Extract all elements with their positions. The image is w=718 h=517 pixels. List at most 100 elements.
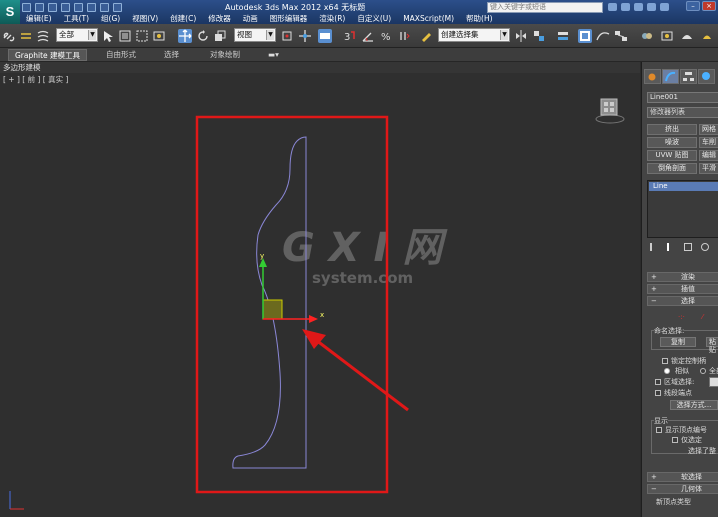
tab-selection[interactable]: 选择 — [158, 49, 185, 61]
modify-tab-icon[interactable] — [662, 69, 679, 84]
menu-rendering[interactable]: 渲染(R) — [313, 13, 351, 24]
menu-maxscript[interactable]: MAXScript(M) — [397, 13, 460, 24]
new-file-icon[interactable] — [22, 3, 31, 12]
lathe-button[interactable]: 车削 — [699, 137, 718, 148]
pin-stack-icon[interactable] — [650, 243, 658, 251]
search-icon[interactable] — [608, 3, 617, 11]
subscription-icon[interactable] — [621, 3, 630, 11]
edit-named-selection-icon[interactable] — [420, 29, 434, 43]
motion-tab-icon[interactable] — [698, 69, 715, 84]
communication-icon[interactable] — [634, 3, 643, 11]
redo-icon[interactable] — [74, 3, 83, 12]
named-selection-dropdown[interactable]: 创建选择集 ▼ — [438, 28, 510, 42]
modifier-stack[interactable]: Line — [647, 180, 718, 238]
show-end-result-icon[interactable] — [667, 243, 675, 251]
bind-space-warp-icon[interactable] — [36, 29, 50, 43]
subobject-vertex-icon[interactable]: ·:· — [678, 313, 685, 321]
rollout-selection[interactable]: − 选择 — [647, 296, 718, 306]
project-folder-icon[interactable] — [113, 3, 122, 12]
rollout-geometry[interactable]: − 几何体 — [647, 484, 718, 494]
noise-button[interactable]: 噪波 — [647, 137, 697, 148]
minimize-button[interactable]: – — [686, 1, 700, 11]
selection-filter-dropdown[interactable]: 全部 ▼ — [56, 28, 98, 42]
menu-create[interactable]: 创建(C) — [164, 13, 202, 24]
menu-customize[interactable]: 自定义(U) — [351, 13, 397, 24]
rollout-soft-selection[interactable]: + 软选择 — [647, 472, 718, 482]
curve-editor-icon[interactable] — [596, 29, 610, 43]
polygon-modeling-label[interactable]: 多边形建模 — [3, 62, 41, 73]
viewcube[interactable] — [593, 93, 627, 127]
smooth-button[interactable]: 平滑 — [699, 163, 718, 174]
menu-views[interactable]: 视图(V) — [126, 13, 164, 24]
hierarchy-tab-icon[interactable] — [680, 69, 697, 84]
modifier-list-dropdown[interactable]: 修改器列表 — [647, 107, 718, 118]
mesh-select-button[interactable]: 网格 — [699, 124, 718, 135]
pivot-center-icon[interactable] — [280, 29, 294, 43]
area-selection-spinner[interactable] — [709, 377, 718, 387]
hold-icon[interactable] — [87, 3, 96, 12]
rectangular-selection-icon[interactable] — [135, 29, 149, 43]
bevel-profile-button[interactable]: 倒角剖面 — [647, 163, 697, 174]
tab-graphite-modeling[interactable]: Graphite 建模工具 — [8, 49, 88, 61]
all-radio[interactable] — [700, 368, 706, 374]
menu-help[interactable]: 帮助(H) — [460, 13, 499, 24]
remove-modifier-icon[interactable] — [701, 243, 709, 251]
extrude-button[interactable]: 挤出 — [647, 124, 697, 135]
app-logo-button[interactable]: S — [0, 0, 20, 24]
help-icon[interactable] — [660, 3, 669, 11]
render-setup-icon[interactable] — [660, 29, 674, 43]
create-tab-icon[interactable] — [644, 69, 661, 84]
angle-snap-icon[interactable] — [361, 29, 375, 43]
reference-coordinate-dropdown[interactable]: 视图 ▼ — [234, 28, 276, 42]
paste-button[interactable]: 粘贴 — [706, 337, 718, 354]
snaps-toggle-icon[interactable]: 3 — [343, 29, 357, 43]
copy-button[interactable]: 复制 — [660, 337, 696, 347]
similar-radio[interactable] — [664, 368, 670, 374]
show-vertex-numbers-checkbox[interactable] — [656, 427, 662, 433]
undo-icon[interactable] — [61, 3, 70, 12]
link-icon[interactable] — [2, 29, 16, 43]
close-button[interactable]: × — [702, 1, 716, 11]
window-crossing-icon[interactable] — [152, 29, 166, 43]
select-by-name-icon[interactable] — [118, 29, 132, 43]
rendered-frame-window-icon[interactable] — [680, 29, 694, 43]
percent-snap-icon[interactable]: % — [379, 29, 393, 43]
subobject-segment-icon[interactable]: ⁄ — [702, 313, 703, 321]
select-by-button[interactable]: 选择方式... — [670, 400, 718, 410]
lock-handles-checkbox[interactable] — [662, 358, 668, 364]
tab-freeform[interactable]: 自由形式 — [100, 49, 142, 61]
segment-end-checkbox[interactable] — [655, 390, 661, 396]
menu-modifiers[interactable]: 修改器 — [202, 13, 237, 24]
front-viewport[interactable]: [ + ] [ 前 ] [ 真实 ] G X I 网 system.com y … — [0, 73, 640, 517]
select-object-icon[interactable] — [101, 29, 115, 43]
align-icon[interactable] — [532, 29, 546, 43]
select-and-rotate-icon[interactable] — [196, 29, 210, 43]
open-file-icon[interactable] — [35, 3, 44, 12]
unlink-icon[interactable] — [19, 29, 33, 43]
material-editor-icon[interactable] — [640, 29, 654, 43]
edit-button[interactable]: 编辑 — [699, 150, 718, 161]
area-selection-checkbox[interactable] — [655, 379, 661, 385]
make-unique-icon[interactable] — [684, 243, 692, 251]
spinner-snap-icon[interactable] — [397, 29, 411, 43]
menu-animation[interactable]: 动画 — [237, 13, 264, 24]
select-and-move-icon[interactable] — [178, 29, 192, 43]
graphite-toggle-icon[interactable] — [578, 29, 592, 43]
select-and-scale-icon[interactable] — [213, 29, 227, 43]
save-icon[interactable] — [48, 3, 57, 12]
render-production-icon[interactable] — [700, 29, 714, 43]
object-name-field[interactable]: Line001 — [647, 92, 718, 103]
rollout-interpolation[interactable]: + 插值 — [647, 284, 718, 294]
fetch-icon[interactable] — [100, 3, 109, 12]
menu-group[interactable]: 组(G) — [95, 13, 126, 24]
select-manipulate-icon[interactable] — [298, 29, 312, 43]
rollout-rendering[interactable]: + 渲染 — [647, 272, 718, 282]
layer-manager-icon[interactable] — [556, 29, 570, 43]
schematic-view-icon[interactable] — [614, 29, 628, 43]
keyboard-shortcut-override-icon[interactable] — [318, 29, 332, 43]
uvw-map-button[interactable]: UVW 贴图 — [647, 150, 697, 161]
selected-only-checkbox[interactable] — [672, 437, 678, 443]
search-input[interactable]: 键入关键字或短语 — [487, 2, 603, 13]
mirror-icon[interactable] — [514, 29, 528, 43]
menu-graph-editors[interactable]: 图形编辑器 — [264, 13, 314, 24]
